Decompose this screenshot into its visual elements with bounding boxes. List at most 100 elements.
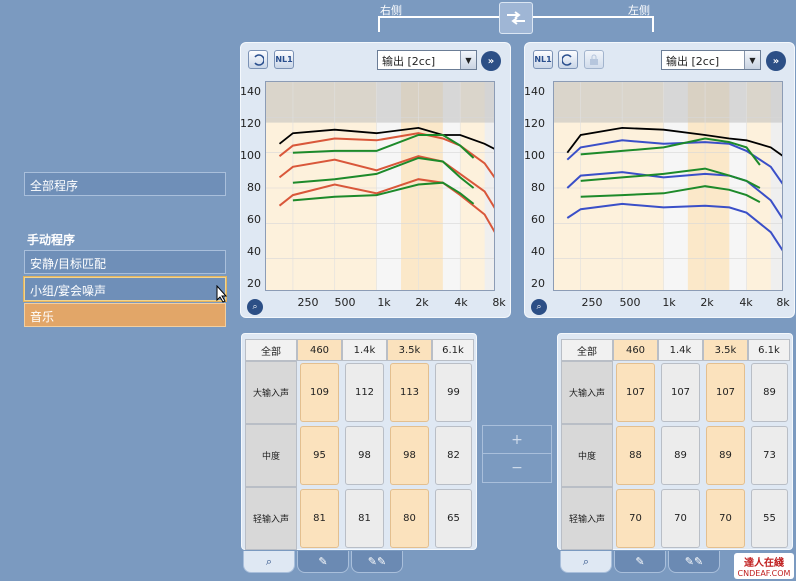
gain-cell[interactable]: 65 [435,489,472,548]
dual-microphone-icon: ✎✎ [367,555,387,568]
tab-zoom[interactable]: ⌕ [243,551,295,573]
y-tick: 60 [531,213,545,226]
gain-cell[interactable]: 89 [706,426,745,485]
gain-cell[interactable]: 70 [661,489,700,548]
gain-cell[interactable]: 81 [345,489,384,548]
gain-cell[interactable]: 98 [390,426,429,485]
step-control: + − [482,425,552,483]
gain-cell[interactable]: 99 [435,363,472,422]
tab-dual-mic[interactable]: ✎✎ [668,551,720,573]
gain-cell[interactable]: 107 [616,363,655,422]
y-tick: 140 [524,85,545,98]
all-corner-button[interactable]: 全部 [245,339,297,361]
chevron-down-icon: ▼ [460,51,476,69]
left-output-value: 输出 [2cc] [666,55,720,68]
tab-zoom[interactable]: ⌕ [560,551,612,573]
gain-cell[interactable]: 73 [751,426,788,485]
gain-cell[interactable]: 70 [616,489,655,548]
double-chevron-icon: » [487,55,495,67]
x-tick: 4k [454,296,468,309]
undo-icon [254,53,264,66]
freq-header[interactable]: 3.5k [387,339,432,361]
zoom-icon[interactable]: ⌕ [531,299,547,315]
gain-cell[interactable]: 81 [300,489,339,548]
gain-cell[interactable]: 112 [345,363,384,422]
tab-single-mic[interactable]: ✎ [297,551,349,573]
y-tick: 20 [247,277,261,290]
gain-cell[interactable]: 80 [390,489,429,548]
increase-button[interactable]: + [483,426,551,454]
right-gain-chart [265,81,495,291]
microphone-icon: ✎ [318,555,328,568]
undo-button[interactable] [558,50,578,69]
left-graph-panel: NL1 输出 [2cc] ▼ » 140 120 100 80 60 40 20… [524,42,795,318]
chevron-down-icon: ▼ [744,51,760,69]
tab-dual-mic[interactable]: ✎✎ [351,551,403,573]
right-bracket [378,16,500,32]
x-tick: 250 [581,296,603,309]
y-tick: 120 [524,117,545,130]
x-tick: 8k [492,296,506,309]
gain-cell[interactable]: 55 [751,489,788,548]
gain-cell[interactable]: 98 [345,426,384,485]
row-label-medium[interactable]: 中度 [561,424,613,487]
freq-header[interactable]: 460 [613,339,658,361]
uncomfortable-zone [554,82,782,123]
link-sides-button[interactable] [499,2,533,34]
program-group-noise[interactable]: 小组/宴会噪声 [23,276,227,302]
y-tick: 80 [247,181,261,194]
gain-cell[interactable]: 113 [390,363,429,422]
nl1-button[interactable]: NL1 [274,50,294,69]
gain-cell[interactable]: 107 [706,363,745,422]
freq-header[interactable]: 1.4k [658,339,703,361]
row-label-loud[interactable]: 大输入声 [561,361,613,424]
freq-header[interactable]: 3.5k [703,339,748,361]
row-label-medium[interactable]: 中度 [245,424,297,487]
decrease-button[interactable]: − [483,454,551,482]
y-tick: 80 [531,181,545,194]
gain-cell[interactable]: 89 [751,363,788,422]
gain-cell[interactable]: 70 [706,489,745,548]
gain-cell[interactable]: 109 [300,363,339,422]
mouse-cursor-icon [216,285,228,303]
all-corner-button[interactable]: 全部 [561,339,613,361]
undo-button[interactable] [248,50,268,69]
nl1-button[interactable]: NL1 [533,50,553,69]
lock-button[interactable] [584,50,604,69]
program-quiet[interactable]: 安静/目标匹配 [24,250,226,274]
row-label-loud[interactable]: 大输入声 [245,361,297,424]
watermark-logo: 達人在綫 CNDEAF.COM [734,553,794,579]
uncomfortable-zone [266,82,494,123]
gain-cell[interactable]: 89 [661,426,700,485]
freq-header[interactable]: 6.1k [748,339,790,361]
freq-header[interactable]: 1.4k [342,339,387,361]
freq-header[interactable]: 460 [297,339,342,361]
right-output-select[interactable]: 输出 [2cc] ▼ [377,50,477,70]
left-forward-button[interactable]: » [766,51,786,71]
right-output-value: 输出 [2cc] [382,55,436,68]
gain-cell[interactable]: 82 [435,426,472,485]
tab-single-mic[interactable]: ✎ [614,551,666,573]
link-icon [507,11,525,25]
right-forward-button[interactable]: » [481,51,501,71]
left-bracket [533,16,654,32]
lock-icon [590,54,598,65]
left-output-select[interactable]: 输出 [2cc] ▼ [661,50,761,70]
zoom-icon[interactable]: ⌕ [247,299,263,315]
gain-cell[interactable]: 95 [300,426,339,485]
microphone-icon: ✎ [635,555,645,568]
watermark-url: CNDEAF.COM [737,569,791,578]
row-label-soft[interactable]: 轻输入声 [561,487,613,550]
freq-header[interactable]: 6.1k [432,339,474,361]
all-programs-button[interactable]: 全部程序 [24,172,226,196]
program-music[interactable]: 音乐 [24,303,226,327]
row-label-soft[interactable]: 轻输入声 [245,487,297,550]
x-tick: 2k [700,296,714,309]
undo-icon [562,53,572,66]
gain-cell[interactable]: 88 [616,426,655,485]
magnifier-icon: ⌕ [582,554,590,568]
x-tick: 250 [297,296,319,309]
y-tick: 60 [247,213,261,226]
right-view-tabs: ⌕ ✎ ✎✎ [243,551,405,575]
gain-cell[interactable]: 107 [661,363,700,422]
